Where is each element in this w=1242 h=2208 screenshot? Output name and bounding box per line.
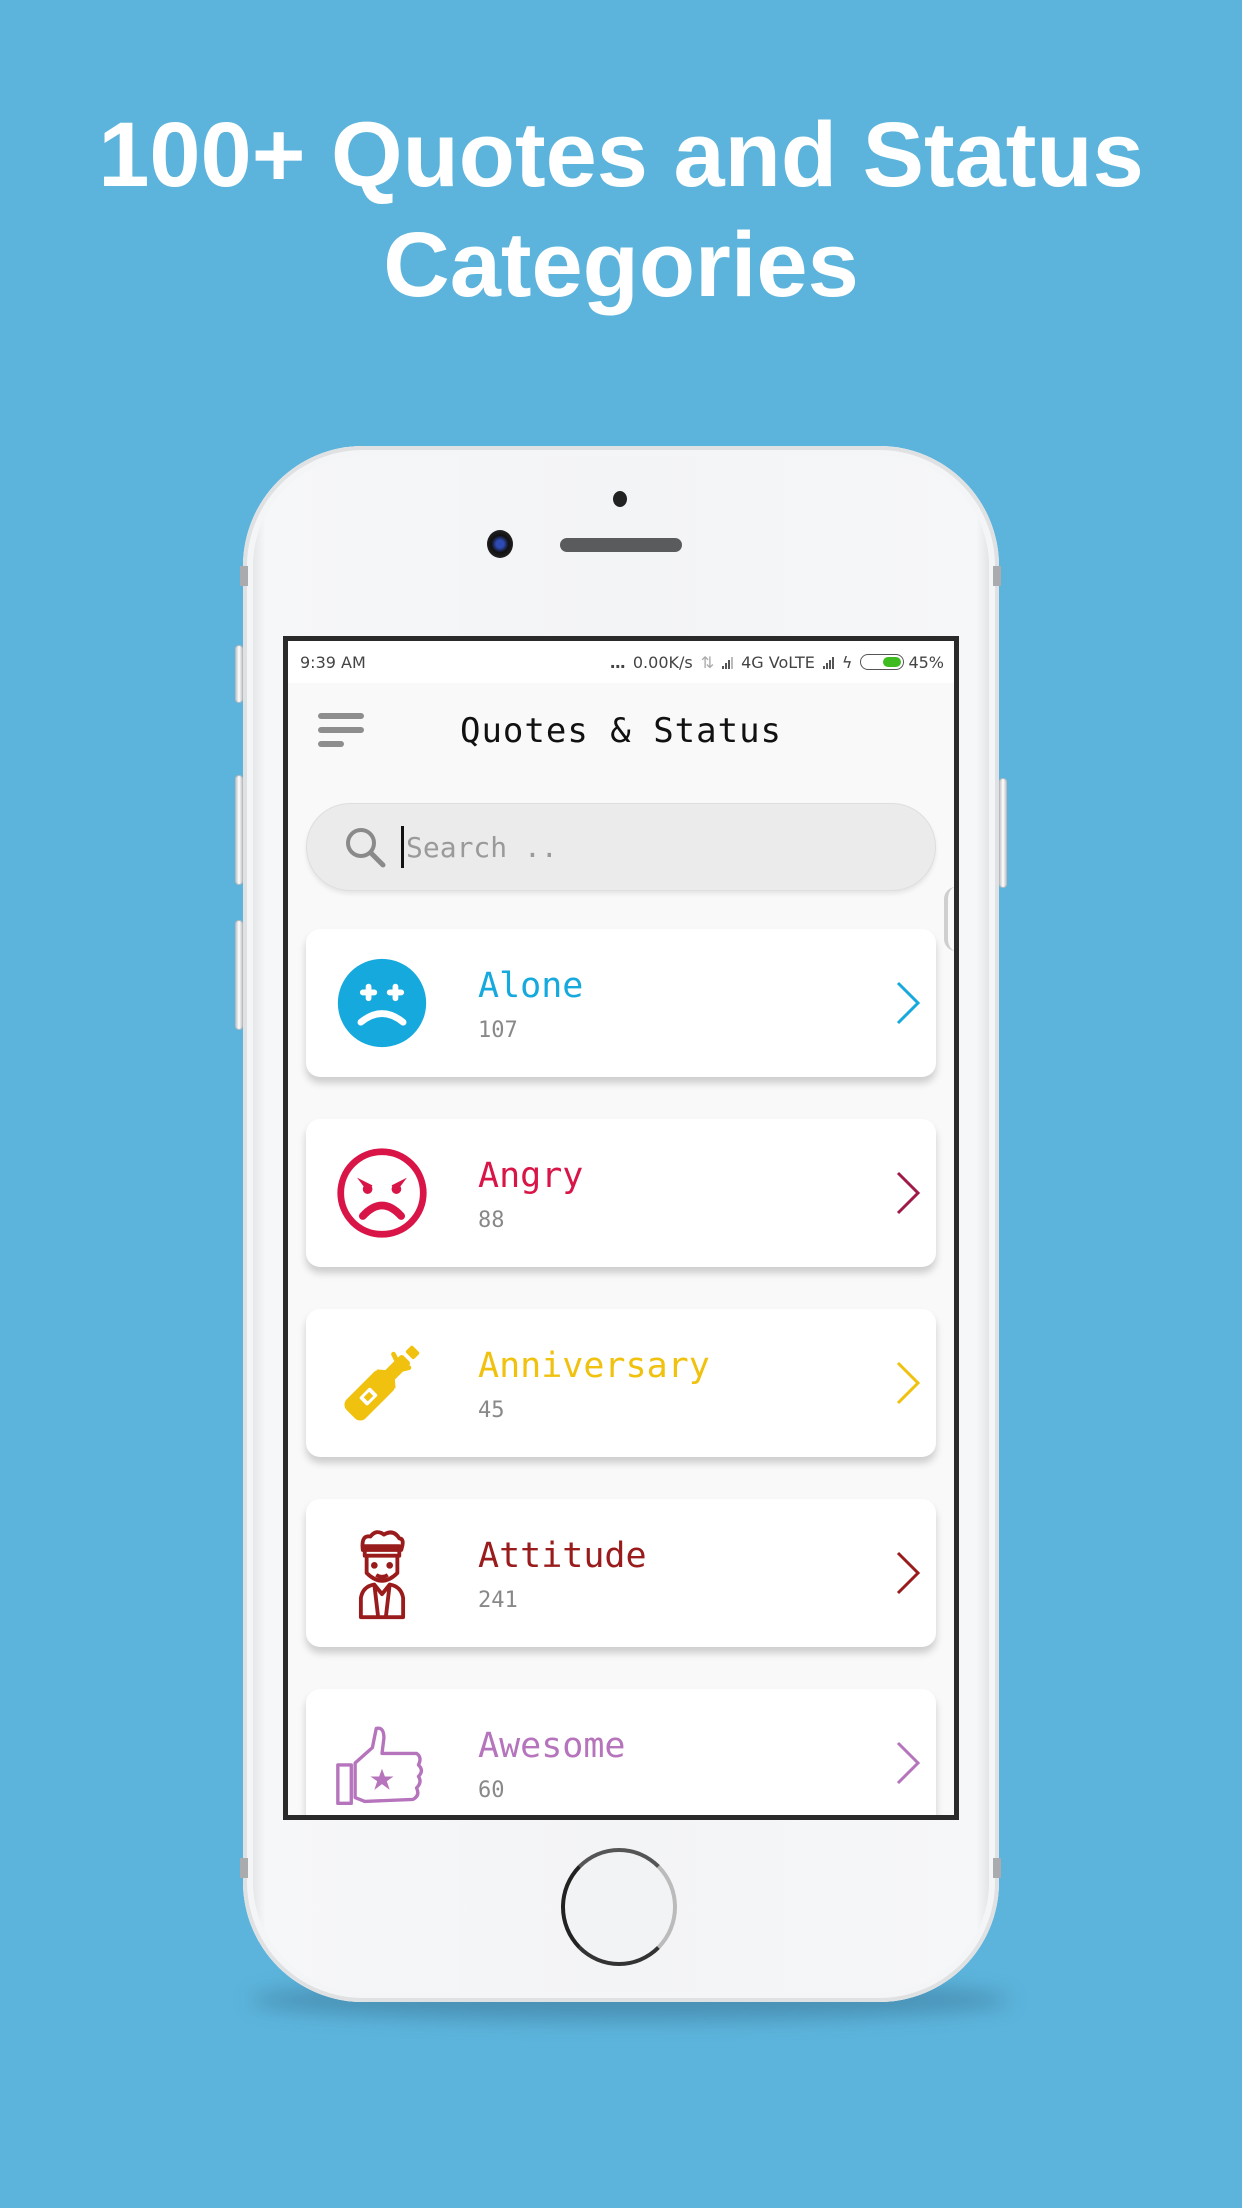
search-input[interactable] (406, 830, 886, 864)
promo-headline: 100+ Quotes and Status Categories (0, 100, 1242, 320)
category-count: 60 (478, 1777, 505, 1803)
chevron-right-icon (896, 1551, 921, 1595)
volume-down-button (235, 920, 243, 1030)
network-type: 4G VoLTE (741, 652, 815, 672)
category-name: Attitude (478, 1535, 647, 1576)
phone-screen: 9:39 AM ... 0.00K/s ⇅ 4G VoLTE ϟ 45% Quo… (283, 636, 959, 1820)
signal-icon (822, 655, 834, 669)
data-transfer-icon: ⇅ (700, 652, 715, 672)
chevron-right-icon (896, 981, 921, 1025)
chevron-right-icon (896, 1361, 921, 1405)
battery-percent: 45% (908, 652, 944, 672)
headline-line-2: Categories (383, 214, 859, 316)
chevron-right-icon (896, 1171, 921, 1215)
headline-line-1: 100+ Quotes and Status (98, 104, 1144, 206)
charging-icon: ϟ (841, 652, 853, 672)
category-count: 241 (478, 1587, 518, 1613)
category-name: Alone (478, 965, 584, 1006)
category-name: Anniversary (478, 1345, 710, 1386)
angry-face-icon (332, 1143, 432, 1243)
status-indicators: ... 0.00K/s ⇅ 4G VoLTE ϟ 45% (610, 653, 944, 672)
antenna-line (993, 566, 1001, 586)
antenna-line (240, 1858, 248, 1878)
signal-icon (722, 655, 734, 669)
battery-icon (860, 654, 905, 670)
antenna-line (240, 566, 248, 586)
home-button (561, 1848, 677, 1966)
category-card-alone[interactable]: Alone 107 (306, 929, 936, 1077)
category-name: Awesome (478, 1725, 626, 1766)
category-count: 88 (478, 1207, 505, 1233)
more-notifications-icon: ... (609, 652, 626, 672)
front-camera (487, 530, 513, 558)
power-button (999, 778, 1007, 888)
sad-face-icon (332, 953, 432, 1053)
status-bar: 9:39 AM ... 0.00K/s ⇅ 4G VoLTE ϟ 45% (288, 641, 954, 683)
category-list: Alone 107 Angry 88 Anniversary 45 Attitu… (288, 891, 954, 1815)
network-speed: 0.00K/s (632, 652, 693, 672)
volume-up-button (235, 775, 243, 885)
battery-level-fill (882, 657, 902, 667)
app-title: Quotes & Status (459, 711, 783, 751)
chevron-right-icon (896, 1741, 921, 1785)
proximity-sensor (613, 491, 627, 507)
search-icon (346, 828, 386, 868)
hamburger-menu-icon[interactable] (318, 713, 364, 753)
category-card-anniversary[interactable]: Anniversary 45 (306, 1309, 936, 1457)
text-cursor (401, 826, 404, 868)
category-card-awesome[interactable]: Awesome 60 (306, 1689, 936, 1815)
earpiece-speaker (560, 538, 682, 552)
category-card-attitude[interactable]: Attitude 241 (306, 1499, 936, 1647)
category-count: 45 (478, 1397, 505, 1423)
champagne-bottle-icon (332, 1333, 432, 1433)
attitude-person-icon (332, 1523, 432, 1623)
thumbs-up-star-icon (332, 1713, 432, 1813)
mute-switch (235, 645, 243, 703)
overscroll-indicator (944, 887, 954, 951)
search-bar[interactable] (306, 803, 936, 891)
status-time: 9:39 AM (300, 652, 366, 672)
app-bar: Quotes & Status (288, 683, 954, 779)
category-count: 107 (478, 1017, 518, 1043)
antenna-line (993, 1858, 1001, 1878)
category-name: Angry (478, 1155, 584, 1196)
category-card-angry[interactable]: Angry 88 (306, 1119, 936, 1267)
